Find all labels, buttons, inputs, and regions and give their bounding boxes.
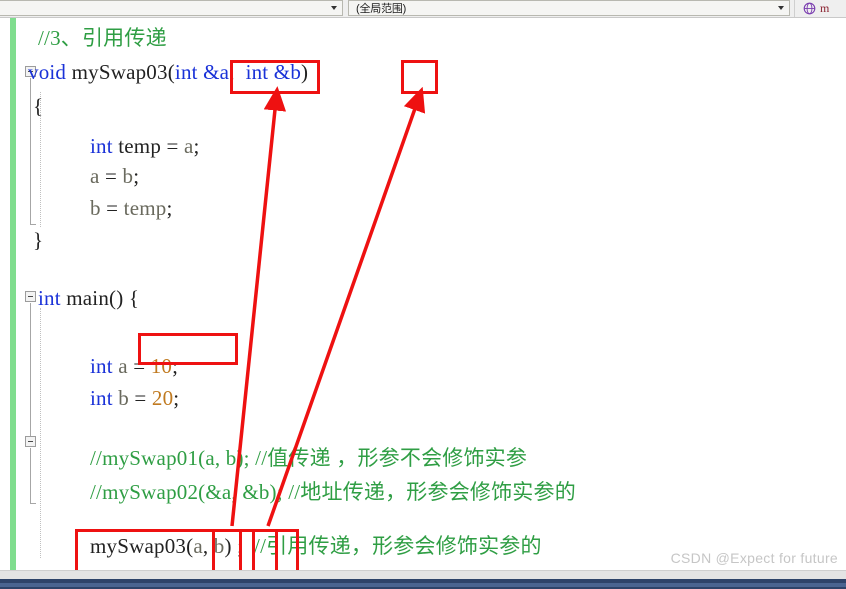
fold-toggle-inner[interactable] [25,436,36,447]
indent-guide [40,308,41,558]
code-token: 20 [151,386,174,410]
box-param-ref-b [401,60,438,94]
line-int-a-10[interactable]: int a = 10; [90,356,178,377]
code-token: 10 [150,354,173,378]
code-token: //3、引用传递 [38,26,167,50]
chevron-down-icon[interactable] [778,6,784,10]
code-token: a [183,134,194,158]
code-token: //mySwap02(&a, &b); //地址传递，形参会修饰实参的 [90,480,576,504]
code-token: &b [273,60,302,84]
code-token: ) [301,60,309,84]
code-token: } [33,228,44,252]
code-token: ; [193,134,200,158]
line-open-brace-1[interactable]: { [33,96,43,117]
code-token: ( [167,60,175,84]
member-dropdown[interactable]: (全局范围) [348,0,790,16]
code-token: a [90,164,105,188]
code-token: int [38,286,61,310]
selection-margin [0,18,22,570]
fold-region-end-3 [30,503,36,504]
navbar-tail-text: m [820,1,830,15]
code-token: a [193,534,203,558]
code-token: = [134,386,152,410]
code-token: = [106,196,124,220]
code-token: temp [112,134,167,158]
fold-region-line-1 [30,78,31,224]
code-token: int [245,60,269,84]
code-token: mySwap03 [66,60,168,84]
member-dropdown-value: (全局范围) [356,3,407,15]
line-int-temp[interactable]: int temp = a; [90,136,200,157]
code-token: b [90,196,107,220]
code-token: ; [166,196,173,220]
code-token: b [122,164,134,188]
code-token: ; [173,386,180,410]
fold-toggle-main[interactable] [25,291,36,302]
line-call-myswap03[interactable]: mySwap03(a, b) ; //引用传递，形参会修饰实参的 [90,536,542,557]
code-token: void [28,60,67,84]
code-token: mySwap03 [90,534,187,558]
line-a-eq-b[interactable]: a = b; [90,166,139,187]
code-token: , [229,60,246,84]
code-token: b [213,534,225,558]
line-comment-3[interactable]: //3、引用传递 [38,28,167,49]
code-token: int [90,386,113,410]
code-token: int [90,134,113,158]
line-comment-myswap02[interactable]: //mySwap02(&a, &b); //地址传递，形参会修饰实参的 [90,482,576,503]
code-token: temp [123,196,167,220]
status-bar [0,579,846,589]
code-token: &a [203,60,230,84]
fold-region-end-1 [30,224,36,225]
code-token: ; [172,354,179,378]
code-token: b [112,386,135,410]
line-close-brace-1[interactable]: } [33,230,43,251]
globe-icon [803,2,816,15]
scope-dropdown[interactable] [0,0,343,16]
code-token: int [174,60,198,84]
code-token: //mySwap01(a, b); //值传递 ，形参不会修饰实参 [90,446,528,470]
code-editor[interactable]: //3、引用传递 void mySwap03(int &a, int &b){in… [0,18,846,570]
chevron-down-icon[interactable] [331,6,337,10]
code-token: { [33,94,44,118]
code-token: = [133,354,151,378]
fold-region-line-3 [30,448,31,503]
line-int-main[interactable]: int main() { [38,288,139,309]
code-token: = [104,164,123,188]
code-token: a [112,354,134,378]
code-token: main [60,286,110,310]
code-token: int [90,354,113,378]
line-myswap03-signature[interactable]: void mySwap03(int &a, int &b) [28,62,308,83]
code-token: ) ; [224,534,255,558]
code-token: //引用传递，形参会修饰实参的 [254,534,542,558]
line-b-eq-temp[interactable]: b = temp; [90,198,173,219]
code-token: ; [133,164,140,188]
line-comment-myswap01[interactable]: //mySwap01(a, b); //值传递 ，形参不会修饰实参 [90,448,527,469]
fold-region-line-2 [30,303,31,438]
navbar-tail: m [794,0,846,17]
line-int-b-20[interactable]: int b = 20; [90,388,179,409]
code-token: , [202,534,214,558]
editor-navigation-bar: (全局范围) m [0,0,846,18]
code-token: () { [109,286,140,310]
code-token: = [166,134,184,158]
csdn-watermark: CSDN @Expect for future [670,550,838,566]
unsaved-change-indicator [10,18,16,570]
